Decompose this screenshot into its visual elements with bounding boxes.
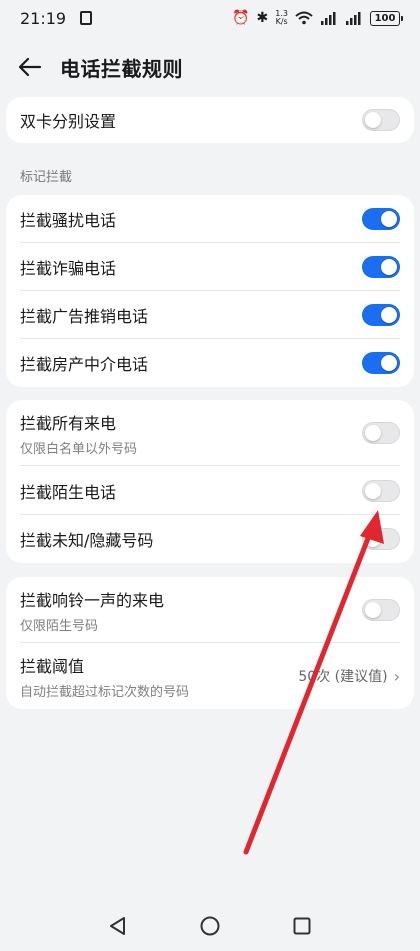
square-recents-icon[interactable] (291, 915, 313, 937)
block-stranger-label: 拦截陌生电话 (20, 482, 117, 502)
wifi-icon (295, 11, 313, 25)
block-ring-once-toggle[interactable] (362, 599, 400, 621)
bluetooth-icon: ✱ (256, 10, 269, 26)
battery-indicator: 100 (370, 10, 403, 26)
block-fraud-toggle[interactable] (362, 256, 400, 278)
net-speed-unit: K/s (275, 17, 288, 26)
chevron-right-icon: › (393, 666, 400, 686)
block-unknown-label: 拦截未知/隐藏号码 (20, 531, 154, 550)
block-ring-once-label: 拦截响铃一声的来电 (20, 590, 165, 610)
triangle-back-icon[interactable] (107, 915, 129, 937)
block-ads-toggle[interactable] (362, 304, 400, 326)
block-all-calls-label: 拦截所有来电 (20, 413, 117, 433)
block-threshold-row[interactable]: 拦截阈值 自动拦截超过标记次数的号码 50次 (建议值) › (6, 643, 414, 709)
block-harassment-label: 拦截骚扰电话 (20, 211, 117, 230)
mark-section-title: 标记拦截 (20, 170, 73, 185)
status-time: 21:19 (20, 8, 67, 28)
back-arrow-icon (18, 57, 42, 77)
back-button[interactable] (0, 44, 60, 90)
block-ring-once-row[interactable]: 拦截响铃一声的来电 仅限陌生号码 (6, 577, 414, 643)
block-realestate-label: 拦截房产中介电话 (20, 355, 149, 374)
alarm-icon: ⏰ (232, 10, 250, 26)
signal-icon (321, 12, 336, 25)
block-all-calls-row[interactable]: 拦截所有来电 仅限白名单以外号码 (6, 400, 414, 466)
dual-sim-label: 双卡分别设置 (20, 112, 117, 131)
net-speed: 1.3 K/s (275, 10, 288, 26)
status-bar: 21:19 ⏰ ✱ 1.3 K/s 100 (0, 0, 420, 36)
threshold-value-text: 50次 (建议值) (298, 669, 388, 685)
ring-threshold-card: 拦截响铃一声的来电 仅限陌生号码 拦截阈值 自动拦截超过标记次数的号码 50次 … (6, 577, 414, 709)
block-fraud-label: 拦截诈骗电话 (20, 259, 117, 278)
block-ring-once-sub: 仅限陌生号码 (20, 618, 99, 634)
threshold-value: 50次 (建议值) › (298, 666, 400, 686)
dual-sim-toggle[interactable] (362, 109, 400, 131)
block-all-calls-sub: 仅限白名单以外号码 (20, 441, 138, 457)
block-fraud-row[interactable]: 拦截诈骗电话 (6, 243, 414, 291)
block-all-calls-toggle[interactable] (362, 422, 400, 444)
nfc-icon (80, 11, 93, 25)
block-stranger-row[interactable]: 拦截陌生电话 (6, 466, 414, 515)
signal-icon-2 (346, 12, 361, 25)
dual-sim-row[interactable]: 双卡分别设置 (6, 97, 414, 143)
mark-block-card: 拦截骚扰电话 拦截诈骗电话 拦截广告推销电话 拦截房产中介电话 (6, 195, 414, 387)
block-unknown-row[interactable]: 拦截未知/隐藏号码 (6, 515, 414, 563)
system-nav-bar (0, 900, 420, 951)
block-ads-label: 拦截广告推销电话 (20, 307, 149, 326)
dual-sim-card: 双卡分别设置 (6, 97, 414, 143)
circle-home-icon[interactable] (199, 915, 221, 937)
block-harassment-toggle[interactable] (362, 208, 400, 230)
block-realestate-row[interactable]: 拦截房产中介电话 (6, 339, 414, 387)
block-ads-row[interactable]: 拦截广告推销电话 (6, 291, 414, 339)
block-stranger-toggle[interactable] (362, 479, 400, 502)
page-header: 电话拦截规则 (0, 44, 420, 90)
block-unknown-toggle[interactable] (362, 528, 400, 550)
call-block-card: 拦截所有来电 仅限白名单以外号码 拦截陌生电话 拦截未知/隐藏号码 (6, 400, 414, 563)
block-realestate-toggle[interactable] (362, 352, 400, 374)
block-harassment-row[interactable]: 拦截骚扰电话 (6, 195, 414, 243)
page-title: 电话拦截规则 (60, 56, 183, 81)
